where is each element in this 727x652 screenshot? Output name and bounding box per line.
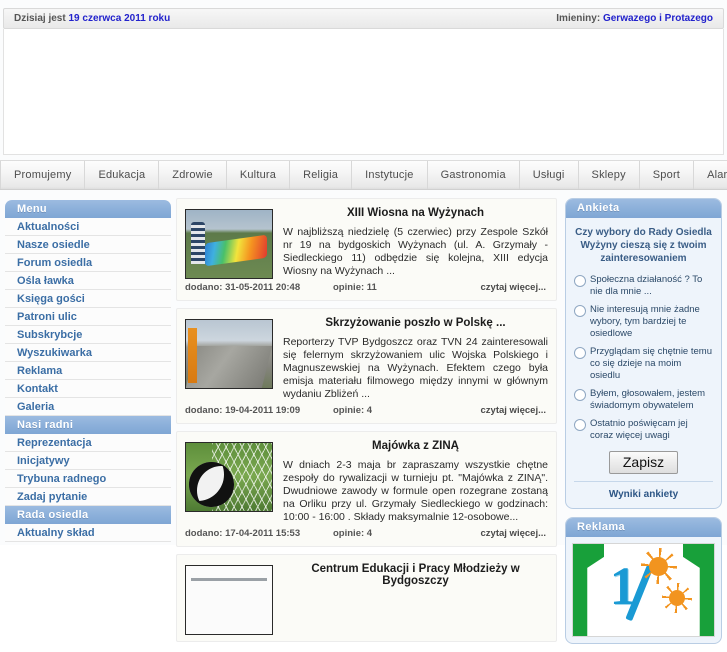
poll-option[interactable]: Nie interesują mnie żadne wybory, tym ba… bbox=[574, 304, 713, 340]
radio-button-icon[interactable] bbox=[574, 419, 586, 431]
nav-item-edukacja[interactable]: Edukacja bbox=[85, 161, 160, 189]
article-footer: dodano: 19-04-2011 19:09 opinie: 4 czytaj … bbox=[185, 405, 548, 419]
nav-item-gastronomia[interactable]: Gastronomia bbox=[428, 161, 520, 189]
sidebar-group-header-menu: Menu bbox=[5, 200, 171, 218]
poll-body: Czy wybory do Rady Osiedla Wyżyny cieszą… bbox=[566, 218, 721, 508]
nav-item-religia[interactable]: Religia bbox=[290, 161, 353, 189]
article-thumbnail[interactable] bbox=[185, 319, 273, 389]
ad-title: Reklama bbox=[566, 518, 721, 537]
poll-box: Ankieta Czy wybory do Rady Osiedla Wyżyn… bbox=[565, 198, 722, 509]
street-crossing-photo-icon bbox=[186, 320, 272, 388]
article-thumbnail[interactable] bbox=[185, 565, 273, 635]
sidebar-group-header-nasi-radni: Nasi radni bbox=[5, 416, 171, 434]
top-info-bar: Dzisiaj jest 19 czerwca 2011 roku Imieni… bbox=[3, 8, 724, 29]
main-navigation: Promujemy Edukacja Zdrowie Kultura Religia In… bbox=[0, 160, 727, 190]
article-item: Centrum Edukacji i Pracy Młodzieży w Byd… bbox=[176, 554, 557, 642]
banner-green-left-shape bbox=[573, 544, 605, 636]
nav-item-alarmowe[interactable]: Alarmowe bbox=[694, 161, 727, 189]
today-date-value: 19 czerwca 2011 roku bbox=[68, 13, 171, 24]
article-footer: dodano: 31-05-2011 20:48 opinie: 11 czytaj… bbox=[185, 282, 548, 296]
site-header-banner bbox=[3, 29, 724, 155]
poll-results-link[interactable]: Wyniki ankiety bbox=[574, 481, 713, 500]
article-item: XIII Wiosna na Wyżynach W najbliższą nied… bbox=[176, 198, 557, 301]
nameday-value: Gerwazego i Protazego bbox=[602, 13, 713, 24]
football-goal-photo-icon bbox=[186, 443, 272, 511]
sidebar-item-aktualny-sk-ad[interactable]: Aktualny skład bbox=[5, 524, 171, 542]
nameday-block: Imieniny: Gerwazego i Protazego bbox=[556, 13, 713, 24]
article-thumbnail[interactable] bbox=[185, 442, 273, 512]
ad-body: 1 bbox=[566, 537, 721, 643]
sun-icon bbox=[668, 590, 685, 606]
radio-button-icon[interactable] bbox=[574, 275, 586, 287]
article-read-more-link[interactable]: czytaj więcej... bbox=[481, 282, 546, 293]
poll-option-label: Nie interesują mnie żadne wybory, tym ba… bbox=[590, 304, 700, 339]
radio-button-icon[interactable] bbox=[574, 305, 586, 317]
poll-option[interactable]: Społeczna działaność ? To nie dla mnie .… bbox=[574, 274, 713, 298]
sun-icon bbox=[649, 556, 669, 576]
article-item: Skrzyżowanie poszło w Polskę ... Reporter… bbox=[176, 308, 557, 424]
sidebar-item-o-la-awka[interactable]: Ośla ławka bbox=[5, 272, 171, 290]
poll-option[interactable]: Przyglądam się chętnie temu co się dziej… bbox=[574, 346, 713, 382]
page-root: Dzisiaj jest 19 czerwca 2011 roku Imieni… bbox=[0, 0, 727, 644]
article-read-more-link[interactable]: czytaj więcej... bbox=[481, 528, 546, 539]
article-added-date: dodano: 31-05-2011 20:48 bbox=[185, 282, 301, 293]
sidebar-item-patroni-ulic[interactable]: Patroni ulic bbox=[5, 308, 171, 326]
radio-button-icon[interactable] bbox=[574, 347, 586, 359]
today-label: Dzisiaj jest bbox=[14, 13, 66, 24]
document-photo-icon bbox=[186, 566, 272, 634]
poll-option[interactable]: Byłem, głosowałem, jestem świadomym obyw… bbox=[574, 388, 713, 412]
article-added-date: dodano: 19-04-2011 19:09 bbox=[185, 405, 301, 416]
sidebar-group-header-rada-osiedla: Rada osiedla bbox=[5, 506, 171, 524]
sidebar-item-reprezentacja[interactable]: Reprezentacja bbox=[5, 434, 171, 452]
poll-submit-wrap: Zapisz bbox=[574, 451, 713, 474]
nameday-label: Imieniny: bbox=[556, 13, 601, 24]
article-comment-count: opinie: 11 bbox=[333, 282, 377, 293]
left-sidebar: Menu Aktualności Nasze osiedle Forum osiedl… bbox=[5, 200, 171, 542]
sidebar-item-aktualno-ci[interactable]: Aktualności bbox=[5, 218, 171, 236]
today-date-block: Dzisiaj jest 19 czerwca 2011 roku bbox=[14, 13, 170, 24]
sidebar-item-subskrybcje[interactable]: Subskrybcje bbox=[5, 326, 171, 344]
article-comment-count: opinie: 4 bbox=[333, 405, 373, 416]
poll-option-label: Przyglądam się chętnie temu co się dziej… bbox=[590, 346, 712, 381]
poll-option-label: Byłem, głosowałem, jestem świadomym obyw… bbox=[590, 388, 706, 411]
poll-option[interactable]: Ostatnio poświęcam jej coraz więcej uwag… bbox=[574, 418, 713, 442]
sidebar-item-wyszukiwarka[interactable]: Wyszukiwarka bbox=[5, 344, 171, 362]
content-area: Menu Aktualności Nasze osiedle Forum osiedl… bbox=[0, 192, 727, 644]
article-item: Majówka z ZINĄ W dniach 2-3 maja br zapra… bbox=[176, 431, 557, 547]
poll-question: Czy wybory do Rady Osiedla Wyżyny cieszą… bbox=[575, 227, 712, 264]
sidebar-item-kontakt[interactable]: Kontakt bbox=[5, 380, 171, 398]
nav-item-us-ugi[interactable]: Usługi bbox=[520, 161, 579, 189]
nav-item-instytucje[interactable]: Instytucje bbox=[352, 161, 428, 189]
nav-item-kultura[interactable]: Kultura bbox=[227, 161, 291, 189]
nav-item-sklepy[interactable]: Sklepy bbox=[579, 161, 640, 189]
poll-option-label: Społeczna działaność ? To nie dla mnie .… bbox=[590, 274, 703, 297]
article-footer: dodano: 17-04-2011 15:53 opinie: 4 czytaj … bbox=[185, 528, 548, 542]
sidebar-item-trybuna-radnego[interactable]: Trybuna radnego bbox=[5, 470, 171, 488]
sidebar-item-inicjatywy[interactable]: Inicjatywy bbox=[5, 452, 171, 470]
poll-options-group: Społeczna działaność ? To nie dla mnie .… bbox=[574, 274, 713, 442]
ad-box: Reklama 1 bbox=[565, 517, 722, 644]
article-list: XIII Wiosna na Wyżynach W najbliższą nied… bbox=[176, 198, 557, 649]
article-comment-count: opinie: 4 bbox=[333, 528, 373, 539]
sidebar-item-reklama[interactable]: Reklama bbox=[5, 362, 171, 380]
article-added-date: dodano: 17-04-2011 15:53 bbox=[185, 528, 301, 539]
radio-button-icon[interactable] bbox=[574, 389, 586, 401]
sidebar-item-ksi-ga-go-ci[interactable]: Księga gości bbox=[5, 290, 171, 308]
one-percent-banner-image[interactable]: 1 bbox=[572, 543, 715, 637]
nav-item-sport[interactable]: Sport bbox=[640, 161, 695, 189]
sidebar-item-zadaj-pytanie[interactable]: Zadaj pytanie bbox=[5, 488, 171, 506]
sidebar-item-galeria[interactable]: Galeria bbox=[5, 398, 171, 416]
right-sidebar: Ankieta Czy wybory do Rady Osiedla Wyżyn… bbox=[565, 198, 722, 652]
poll-option-label: Ostatnio poświęcam jej coraz więcej uwag… bbox=[590, 418, 688, 441]
sidebar-item-forum-osiedla[interactable]: Forum osiedla bbox=[5, 254, 171, 272]
nav-item-zdrowie[interactable]: Zdrowie bbox=[159, 161, 227, 189]
nav-item-promujemy[interactable]: Promujemy bbox=[0, 161, 86, 189]
sidebar-item-nasze-osiedle[interactable]: Nasze osiedle bbox=[5, 236, 171, 254]
article-thumbnail[interactable] bbox=[185, 209, 273, 279]
poll-submit-button[interactable]: Zapisz bbox=[608, 451, 679, 474]
article-read-more-link[interactable]: czytaj więcej... bbox=[481, 405, 546, 416]
poll-title: Ankieta bbox=[566, 199, 721, 218]
children-parachute-photo-icon bbox=[186, 210, 272, 278]
